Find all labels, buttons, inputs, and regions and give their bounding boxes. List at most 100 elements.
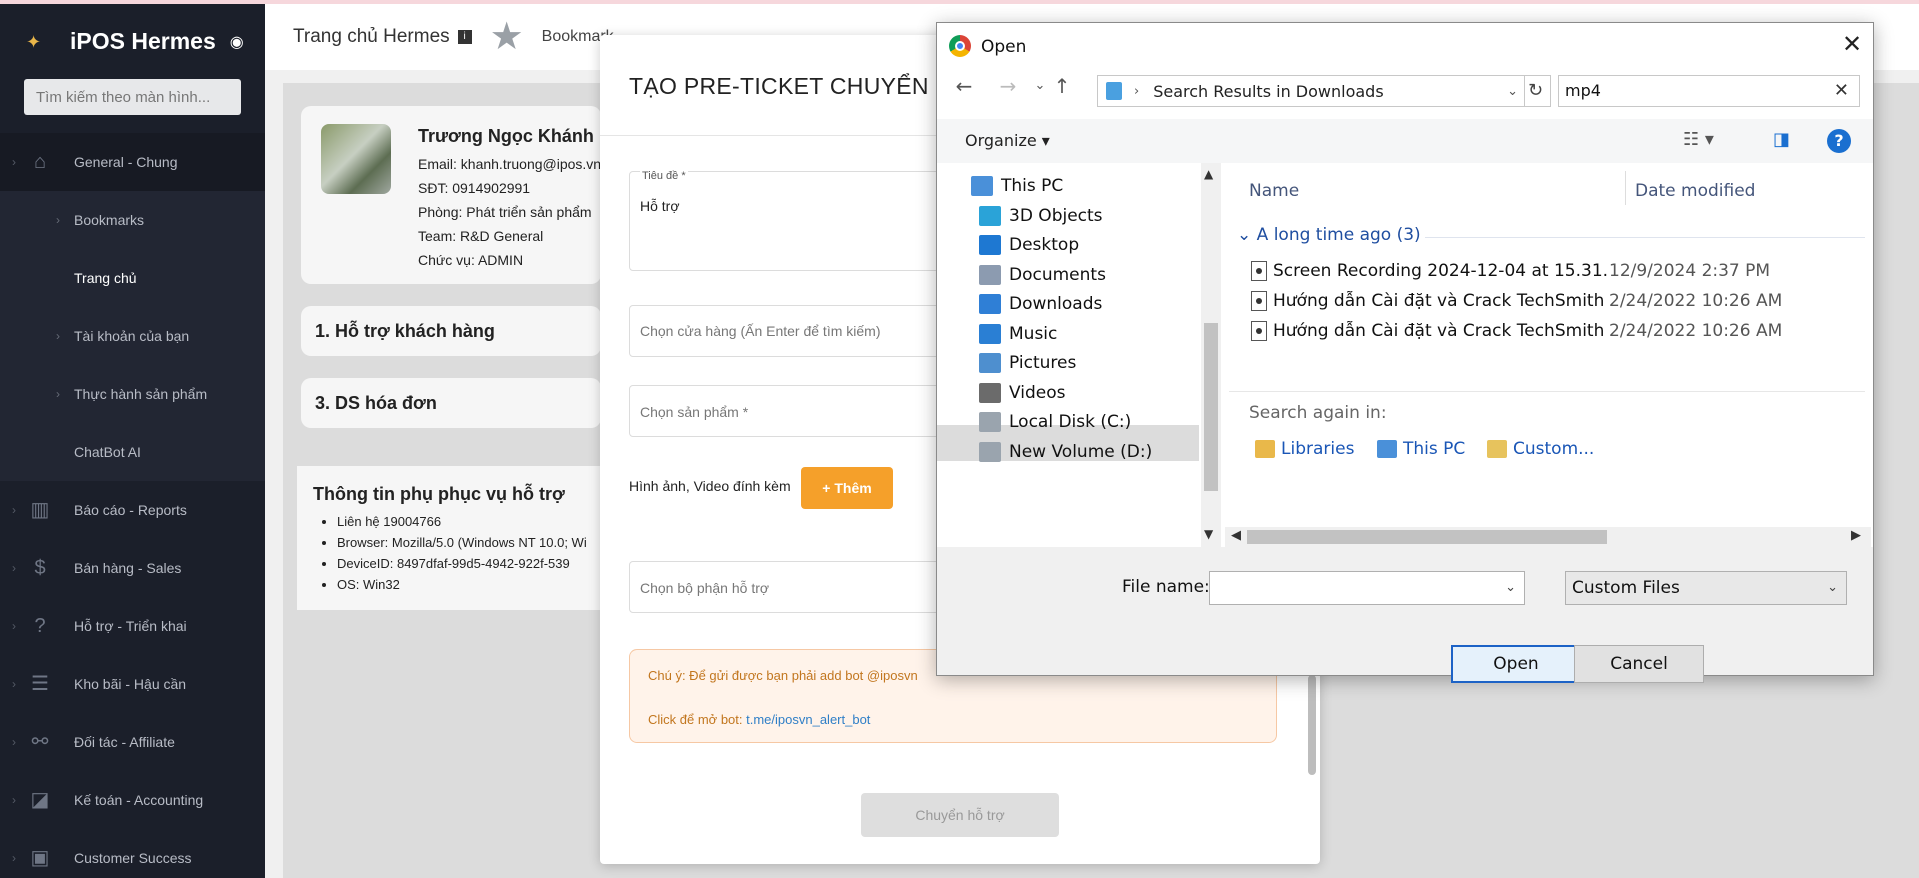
- scroll-right-icon[interactable]: ▶: [1851, 528, 1861, 543]
- sidebar-item-general[interactable]: › ⌂ General - Chung: [0, 133, 265, 191]
- sidebar-item-customer-success[interactable]: › ▣ Customer Success: [0, 829, 265, 878]
- info-icon[interactable]: i: [457, 29, 472, 44]
- clear-search-icon[interactable]: ✕: [1834, 76, 1849, 106]
- search-again-this-pc[interactable]: This PC: [1377, 439, 1465, 459]
- tree-scrollbar[interactable]: ▲ ▼: [1201, 163, 1221, 547]
- sidebar-item-reports[interactable]: › ▥ Báo cáo - Reports: [0, 481, 265, 539]
- sidebar-item-warehouse[interactable]: › ☰ Kho bãi - Hậu cần: [0, 655, 265, 713]
- chevron-right-icon: ›: [12, 619, 16, 633]
- brand-name: iPOS Hermes: [70, 28, 216, 54]
- forward-icon[interactable]: →: [995, 71, 1021, 101]
- chevron-right-icon: ›: [56, 213, 60, 227]
- sidebar-subitem-account[interactable]: › Tài khoản của bạn: [0, 307, 265, 365]
- sidebar-subitem-practice[interactable]: › Thực hành sản phẩm: [0, 365, 265, 423]
- download-icon: [979, 294, 1001, 314]
- sidebar-subitem-bookmarks[interactable]: › Bookmarks: [0, 191, 265, 249]
- chevron-down-icon[interactable]: ⌄: [1507, 84, 1518, 99]
- scroll-up-icon[interactable]: ▲: [1204, 167, 1213, 181]
- list-icon: ☰: [31, 673, 49, 695]
- file-group-header[interactable]: ⌄ A long time ago (3): [1237, 225, 1421, 245]
- star-icon[interactable]: ★: [490, 17, 530, 57]
- link-label: This PC: [1403, 439, 1466, 459]
- sidebar-item-support[interactable]: › ? Hỗ trợ - Triển khai: [0, 597, 265, 655]
- add-attachment-button[interactable]: + Thêm: [801, 467, 893, 509]
- file-date: 2/24/2022 10:26 AM: [1609, 321, 1783, 341]
- page-title-text: Trang chủ Hermes: [293, 26, 450, 47]
- chevron-down-icon[interactable]: ⌄: [1505, 580, 1516, 595]
- up-folder-icon[interactable]: ↑: [1049, 71, 1075, 101]
- alert-link-prefix: Click để mở bot:: [648, 712, 743, 727]
- computer-icon: [971, 176, 993, 196]
- bot-link[interactable]: t.me/iposvn_alert_bot: [746, 712, 870, 727]
- search-again-custom[interactable]: Custom...: [1487, 439, 1594, 459]
- profile-department: Phòng: Phát triển sản phẩm: [418, 204, 592, 220]
- profile-phone: SĐT: 0914902991: [418, 180, 531, 196]
- sidebar-item-label: Kho bãi - Hậu cần: [74, 676, 187, 692]
- column-header-name[interactable]: Name: [1249, 181, 1299, 201]
- sidebar-subitem-label: Bookmarks: [74, 212, 145, 228]
- address-bar[interactable]: › Search Results in Downloads ⌄: [1097, 75, 1525, 107]
- scrollbar-thumb[interactable]: [1247, 530, 1607, 544]
- open-button[interactable]: Open: [1451, 645, 1581, 683]
- support-info-title: Thông tin phụ phục vụ hỗ trợ: [313, 484, 565, 504]
- preview-pane-icon[interactable]: ◨: [1773, 129, 1790, 150]
- avatar: [321, 124, 391, 194]
- sidebar-item-affiliate[interactable]: › ⚯ Đối tác - Affiliate: [0, 713, 265, 771]
- scroll-down-icon[interactable]: ▼: [1204, 527, 1213, 541]
- store-placeholder: Chọn cửa hàng (Ấn Enter để tìm kiếm): [640, 323, 881, 339]
- column-header-date[interactable]: Date modified: [1635, 181, 1755, 201]
- card-invoice-list[interactable]: 3. DS hóa đơn: [301, 378, 601, 428]
- cancel-button[interactable]: Cancel: [1574, 645, 1704, 683]
- sidebar-item-accounting[interactable]: › ◪ Kế toán - Accounting: [0, 771, 265, 829]
- sidebar: ✦ iPOS Hermes ◉ Tìm kiếm theo màn hình..…: [0, 4, 265, 878]
- tree-item-label: Local Disk (C:): [1009, 412, 1132, 432]
- group-divider: [1425, 237, 1865, 238]
- sidebar-item-sales[interactable]: › $ Bán hàng - Sales: [0, 539, 265, 597]
- scrollbar-thumb[interactable]: [1204, 323, 1218, 491]
- chevron-right-icon: ›: [56, 329, 60, 343]
- close-icon[interactable]: ✕: [1837, 29, 1867, 59]
- home-icon: ⌂: [33, 151, 47, 173]
- sidebar-search-input[interactable]: Tìm kiếm theo màn hình...: [24, 79, 241, 115]
- brand[interactable]: ✦ iPOS Hermes ◉: [0, 4, 265, 79]
- sidebar-item-label: Hỗ trợ - Triển khai: [74, 618, 187, 634]
- view-options-icon[interactable]: ☷ ▾: [1683, 129, 1714, 150]
- back-icon[interactable]: ←: [951, 71, 977, 101]
- chrome-icon: [949, 35, 971, 57]
- open-file-dialog: Open ✕ ← → ⌄ ↑ › Search Results in Downl…: [936, 22, 1874, 683]
- refresh-icon[interactable]: ↻: [1521, 75, 1551, 107]
- document-icon: [979, 264, 1001, 285]
- file-list-hscrollbar[interactable]: ◀ ▶: [1225, 527, 1871, 547]
- list-item: Liên hệ 19004766: [337, 514, 587, 535]
- modal-scrollbar[interactable]: [1308, 675, 1316, 775]
- page-title: Trang chủ Hermes i: [293, 26, 472, 48]
- link-label: Libraries: [1281, 439, 1355, 459]
- help-icon[interactable]: ?: [1827, 129, 1851, 153]
- search-input[interactable]: mp4 ✕: [1558, 75, 1860, 107]
- search-value: mp4: [1565, 81, 1601, 100]
- hermes-logo-icon: ✦: [26, 31, 42, 52]
- file-name-input[interactable]: ⌄: [1209, 571, 1525, 605]
- profile-team: Team: R&D General: [418, 228, 544, 244]
- transfer-support-button[interactable]: Chuyển hỗ trợ: [861, 793, 1059, 837]
- video-file-icon: [1251, 321, 1267, 341]
- sidebar-item-label: Bán hàng - Sales: [74, 560, 182, 576]
- sidebar-subitem-chatbot[interactable]: ChatBot AI: [0, 423, 265, 481]
- file-name: Screen Recording 2024-12-04 at 15.31.38: [1273, 261, 1609, 281]
- file-type-select[interactable]: Custom Files ⌄: [1565, 571, 1847, 605]
- sidebar-subitem-home[interactable]: Trang chủ: [0, 249, 265, 307]
- profile-name: Trương Ngọc Khánh: [418, 126, 594, 146]
- browser-top-strip: [0, 0, 1919, 4]
- chevron-right-icon: ›: [12, 735, 16, 749]
- tree-item-new-volume-d[interactable]: New Volume (D:): [979, 435, 1152, 469]
- scroll-left-icon[interactable]: ◀: [1231, 528, 1241, 543]
- dollar-icon: $: [34, 557, 46, 579]
- support-info-panel: Thông tin phụ phục vụ hỗ trợ Liên hệ 190…: [297, 466, 601, 610]
- organize-label: Organize: [965, 131, 1037, 150]
- sidebar-subitem-label: Trang chủ: [74, 270, 137, 286]
- column-separator[interactable]: [1625, 171, 1626, 205]
- organize-button[interactable]: Organize ▾: [965, 131, 1050, 150]
- card-customer-support[interactable]: 1. Hỗ trợ khách hàng: [301, 306, 601, 356]
- search-again-libraries[interactable]: Libraries: [1255, 439, 1354, 459]
- sidebar-item-label: General - Chung: [74, 154, 178, 170]
